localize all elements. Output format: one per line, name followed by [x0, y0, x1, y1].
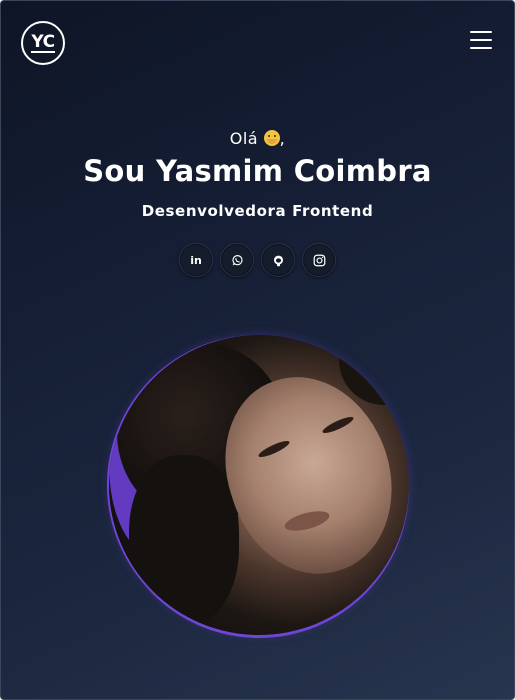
photo-hair: [339, 335, 409, 405]
whatsapp-icon: [231, 254, 243, 265]
hero-name: Sou Yasmim Coimbra: [83, 154, 432, 188]
logo[interactable]: YC: [21, 21, 65, 65]
hugging-face-emoji-icon: [263, 130, 280, 146]
menu-line: [470, 39, 492, 41]
instagram-icon: [313, 254, 325, 266]
photo-hair: [129, 455, 239, 625]
portfolio-page: YC Olá , Sou Yasmim Coimbra Desenvolvedo…: [0, 0, 515, 700]
github-link[interactable]: [261, 243, 295, 277]
menu-line: [470, 47, 492, 49]
linkedin-icon: in: [190, 253, 202, 267]
social-links: in: [1, 243, 514, 277]
greeting: Olá ,: [1, 129, 514, 148]
greeting-suffix: ,: [279, 129, 286, 148]
linkedin-link[interactable]: in: [179, 243, 213, 277]
github-icon: [273, 255, 283, 266]
profile-photo: [109, 335, 409, 635]
menu-line: [470, 31, 492, 33]
instagram-link[interactable]: [302, 243, 336, 277]
whatsapp-link[interactable]: [220, 243, 254, 277]
hero-role: Desenvolvedora Frontend: [141, 202, 374, 220]
hamburger-menu-icon[interactable]: [470, 31, 492, 49]
greeting-text: Olá: [229, 129, 259, 148]
hero-section: Olá , Sou Yasmim Coimbra Desenvolvedora …: [1, 129, 514, 220]
logo-text: YC: [31, 31, 55, 53]
